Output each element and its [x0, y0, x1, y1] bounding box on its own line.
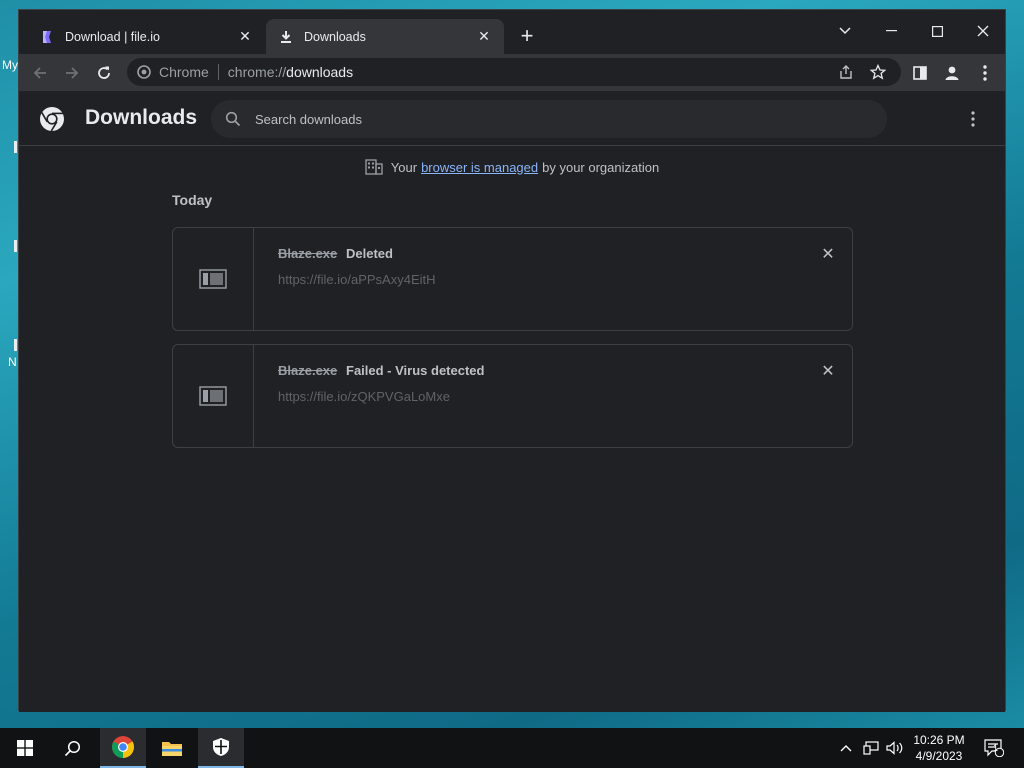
show-hidden-icons-chevron-icon[interactable] [836, 728, 856, 768]
notification-center-icon[interactable]: 1 [980, 728, 1008, 768]
download-icon [278, 29, 294, 45]
download-item: Blaze.exe Deleted https://file.io/aPPsAx… [172, 227, 853, 331]
download-file-name: Blaze.exe [278, 246, 338, 261]
remove-from-list-button[interactable]: ✕ [818, 361, 838, 381]
desktop-icon-edge [14, 141, 17, 153]
desktop-icon-label-n: N [8, 355, 17, 369]
start-button[interactable] [2, 728, 48, 768]
close-window-button[interactable] [960, 16, 1006, 46]
bookmark-star-icon[interactable] [865, 58, 891, 86]
remove-from-list-button[interactable]: ✕ [818, 244, 838, 264]
desktop-icon-edge [14, 240, 17, 252]
security-shield-icon[interactable] [198, 728, 244, 768]
managed-suffix: by your organization [542, 159, 660, 175]
download-source-url: https://file.io/zQKPVGaLoMxe [278, 389, 450, 404]
search-box[interactable] [211, 100, 887, 138]
reload-button[interactable] [91, 60, 117, 86]
chrome-menu-icon[interactable] [972, 60, 998, 86]
download-status: Failed - Virus detected [346, 363, 485, 378]
close-tab-icon[interactable]: ✕ [237, 28, 253, 45]
download-item: Blaze.exe Failed - Virus detected https:… [172, 344, 853, 448]
page-title: Downloads [85, 106, 198, 129]
omnibox-origin: Chrome [159, 64, 209, 80]
download-source-url: https://file.io/aPPsAxy4EitH [278, 272, 436, 287]
download-status: Deleted [346, 246, 393, 261]
browser-managed-link[interactable]: browser is managed [421, 160, 538, 175]
managed-notice: Your browser is managed by your organiza… [19, 159, 1005, 175]
date-section-label: Today [172, 192, 213, 208]
browser-window: Download | file.io ✕ Downloads ✕ + Chrom… [18, 9, 1006, 712]
search-taskbar-icon[interactable] [49, 728, 95, 768]
file-type-icon [173, 345, 254, 447]
downloads-header: Downloads [19, 91, 1005, 146]
profile-avatar-icon[interactable] [939, 60, 965, 86]
new-tab-button[interactable]: + [515, 23, 539, 48]
tab-downloads[interactable]: Downloads ✕ [266, 19, 504, 54]
desktop-icon-label-my: My [2, 58, 18, 72]
download-file-name: Blaze.exe [278, 363, 338, 378]
tab-file-io[interactable]: Download | file.io ✕ [27, 19, 265, 54]
volume-icon[interactable] [884, 728, 906, 768]
search-input[interactable] [255, 111, 855, 127]
tab-title: Downloads [304, 29, 366, 44]
managed-prefix: Your [390, 159, 418, 175]
tab-search-chevron-icon[interactable] [822, 16, 868, 46]
file-explorer-icon[interactable] [149, 728, 195, 768]
chrome-logo-icon [39, 106, 65, 132]
browser-toolbar: Chrome chrome://downloads [19, 54, 1005, 91]
page-menu-icon[interactable] [963, 107, 983, 131]
clock-time: 10:26 PM [913, 733, 965, 747]
minimize-button[interactable] [868, 16, 914, 46]
back-button[interactable] [27, 60, 53, 86]
chrome-page-icon [137, 65, 151, 79]
desktop-icon-edge [14, 339, 17, 351]
system-clock[interactable]: 10:26 PM 4/9/2023 [906, 732, 972, 764]
forward-button[interactable] [59, 60, 85, 86]
close-tab-icon[interactable]: ✕ [476, 28, 492, 45]
omnibox-separator [217, 64, 219, 80]
clock-date: 4/9/2023 [915, 749, 963, 763]
file-type-icon [173, 228, 254, 330]
tab-strip: Download | file.io ✕ Downloads ✕ + [19, 10, 1005, 54]
network-icon[interactable] [860, 728, 882, 768]
notification-count-badge: 1 [993, 743, 999, 753]
downloads-page: Downloads Your browser is managed by you… [19, 91, 1005, 712]
file-io-favicon-icon [39, 29, 55, 45]
maximize-button[interactable] [914, 16, 960, 46]
search-icon [225, 111, 241, 127]
address-bar[interactable]: Chrome chrome://downloads [127, 58, 901, 86]
building-icon [365, 159, 383, 175]
share-icon[interactable] [833, 58, 859, 86]
tab-title: Download | file.io [65, 29, 160, 44]
chrome-taskbar-icon[interactable] [100, 728, 146, 768]
omnibox-host: downloads [286, 64, 354, 80]
side-panel-icon[interactable] [907, 60, 933, 86]
windows-taskbar: 10:26 PM 4/9/2023 1 [0, 728, 1024, 768]
omnibox-scheme: chrome:// [227, 64, 287, 80]
